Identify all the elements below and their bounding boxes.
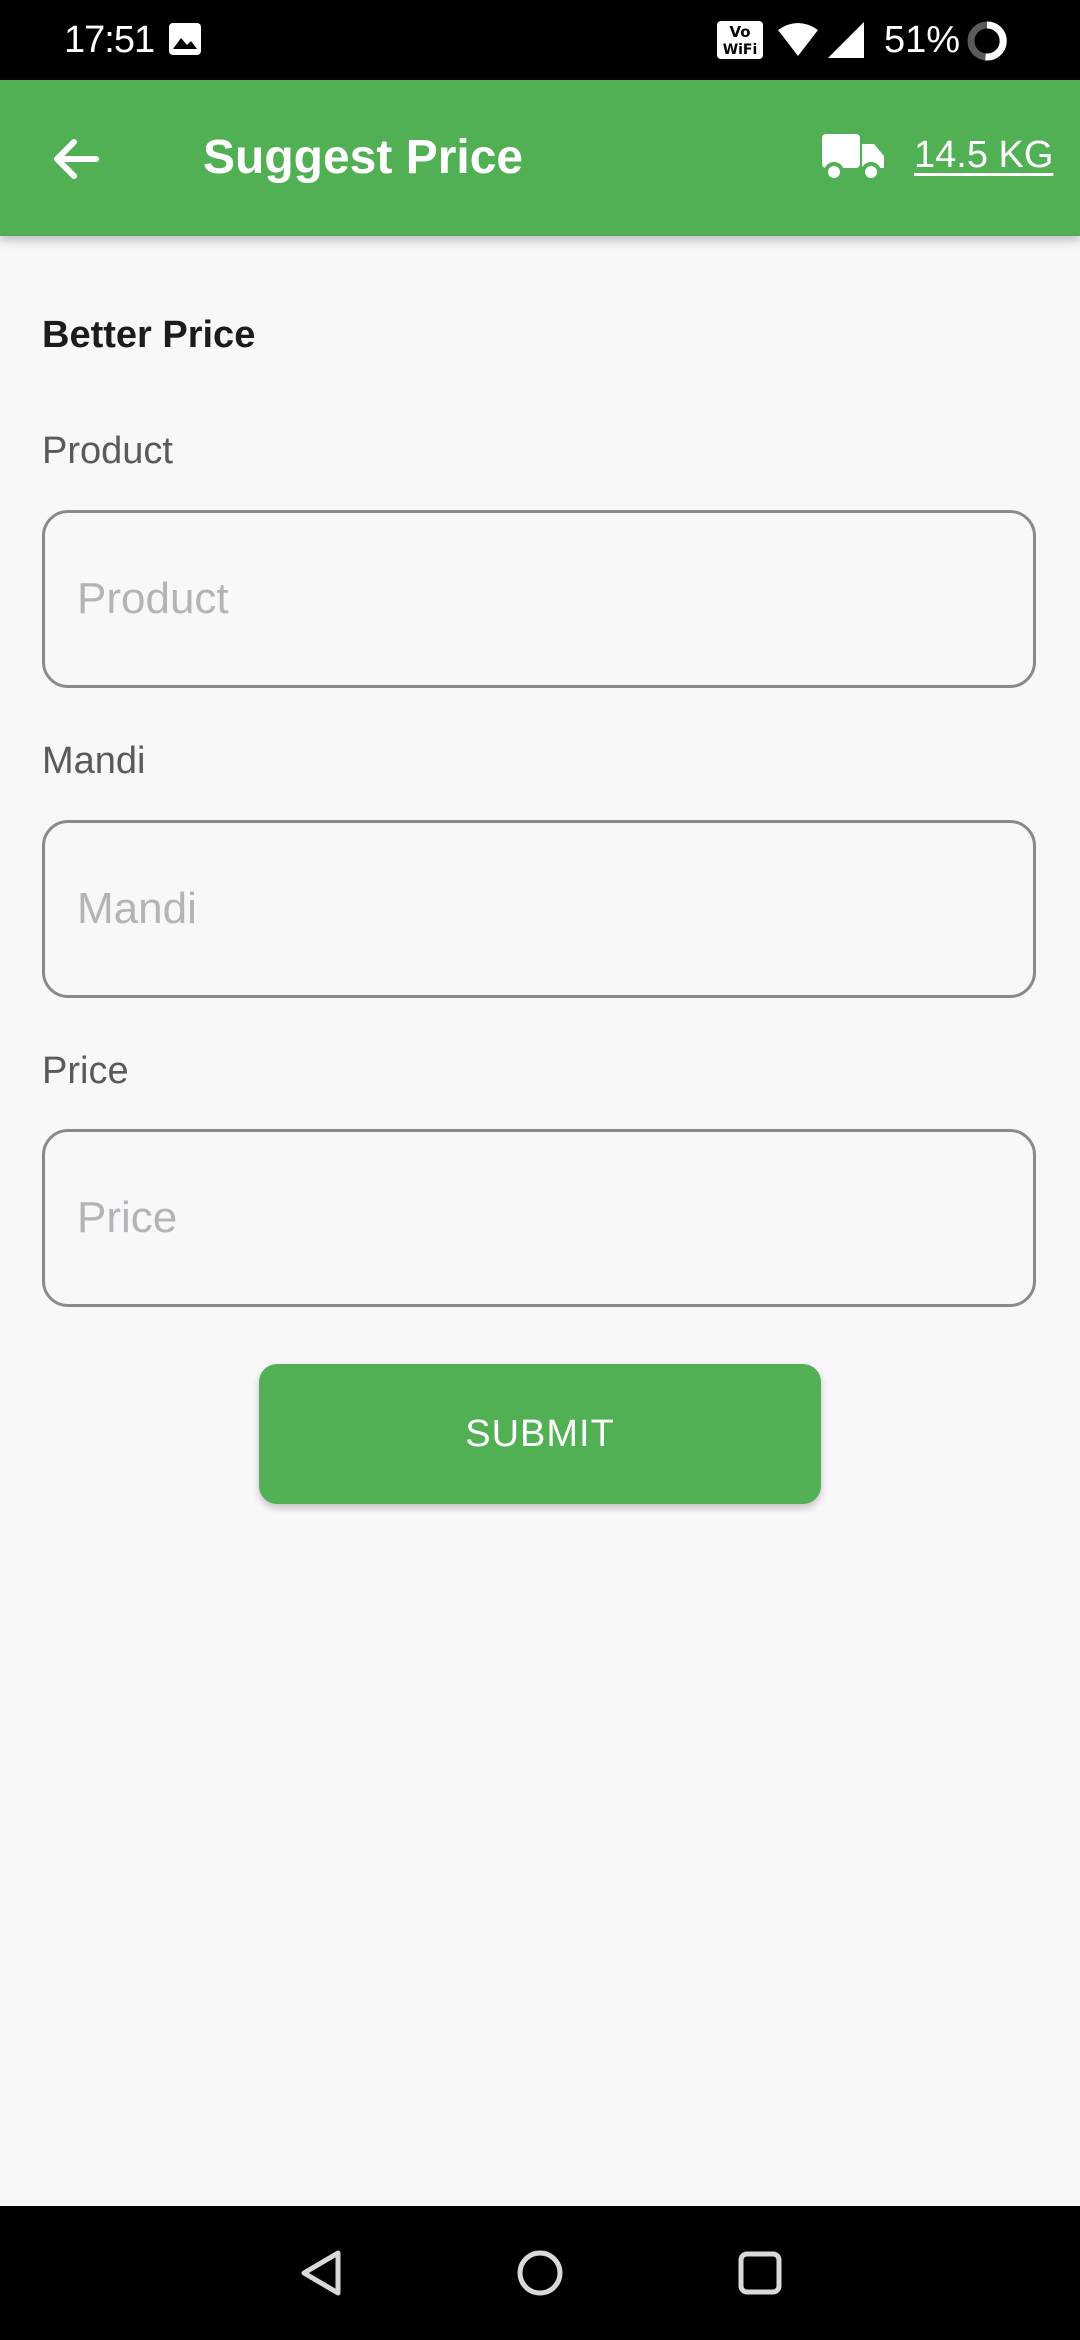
price-input[interactable] <box>42 1129 1036 1307</box>
mandi-input[interactable] <box>42 820 1036 998</box>
recents-square-icon[interactable] <box>728 2241 792 2305</box>
status-bar: 17:51 Vo WiFi 51% <box>0 0 1080 80</box>
svg-text:WiFi: WiFi <box>723 42 758 58</box>
wifi-icon <box>778 23 818 56</box>
navigation-bar <box>0 2206 1080 2340</box>
cart-weight-link[interactable]: 14.5 KG <box>914 132 1053 178</box>
section-title: Better Price <box>42 314 256 356</box>
svg-text:Vo: Vo <box>729 23 750 41</box>
product-label: Product <box>42 430 173 472</box>
back-triangle-icon[interactable] <box>290 2241 354 2305</box>
back-arrow-icon[interactable] <box>40 123 112 195</box>
signal-icon <box>828 22 864 58</box>
vowifi-icon: Vo WiFi <box>717 21 763 59</box>
battery-icon <box>967 21 1007 61</box>
page-title: Suggest Price <box>203 131 524 184</box>
status-time: 17:51 <box>64 19 155 61</box>
truck-icon <box>822 134 884 182</box>
battery-percent: 51% <box>884 19 961 61</box>
mandi-label: Mandi <box>42 740 146 782</box>
gallery-icon <box>169 23 201 55</box>
price-label: Price <box>42 1050 129 1092</box>
home-circle-icon[interactable] <box>508 2241 572 2305</box>
app-bar: Suggest Price 14.5 KG <box>0 80 1080 236</box>
product-input[interactable] <box>42 510 1036 688</box>
submit-button[interactable]: SUBMIT <box>259 1364 821 1504</box>
